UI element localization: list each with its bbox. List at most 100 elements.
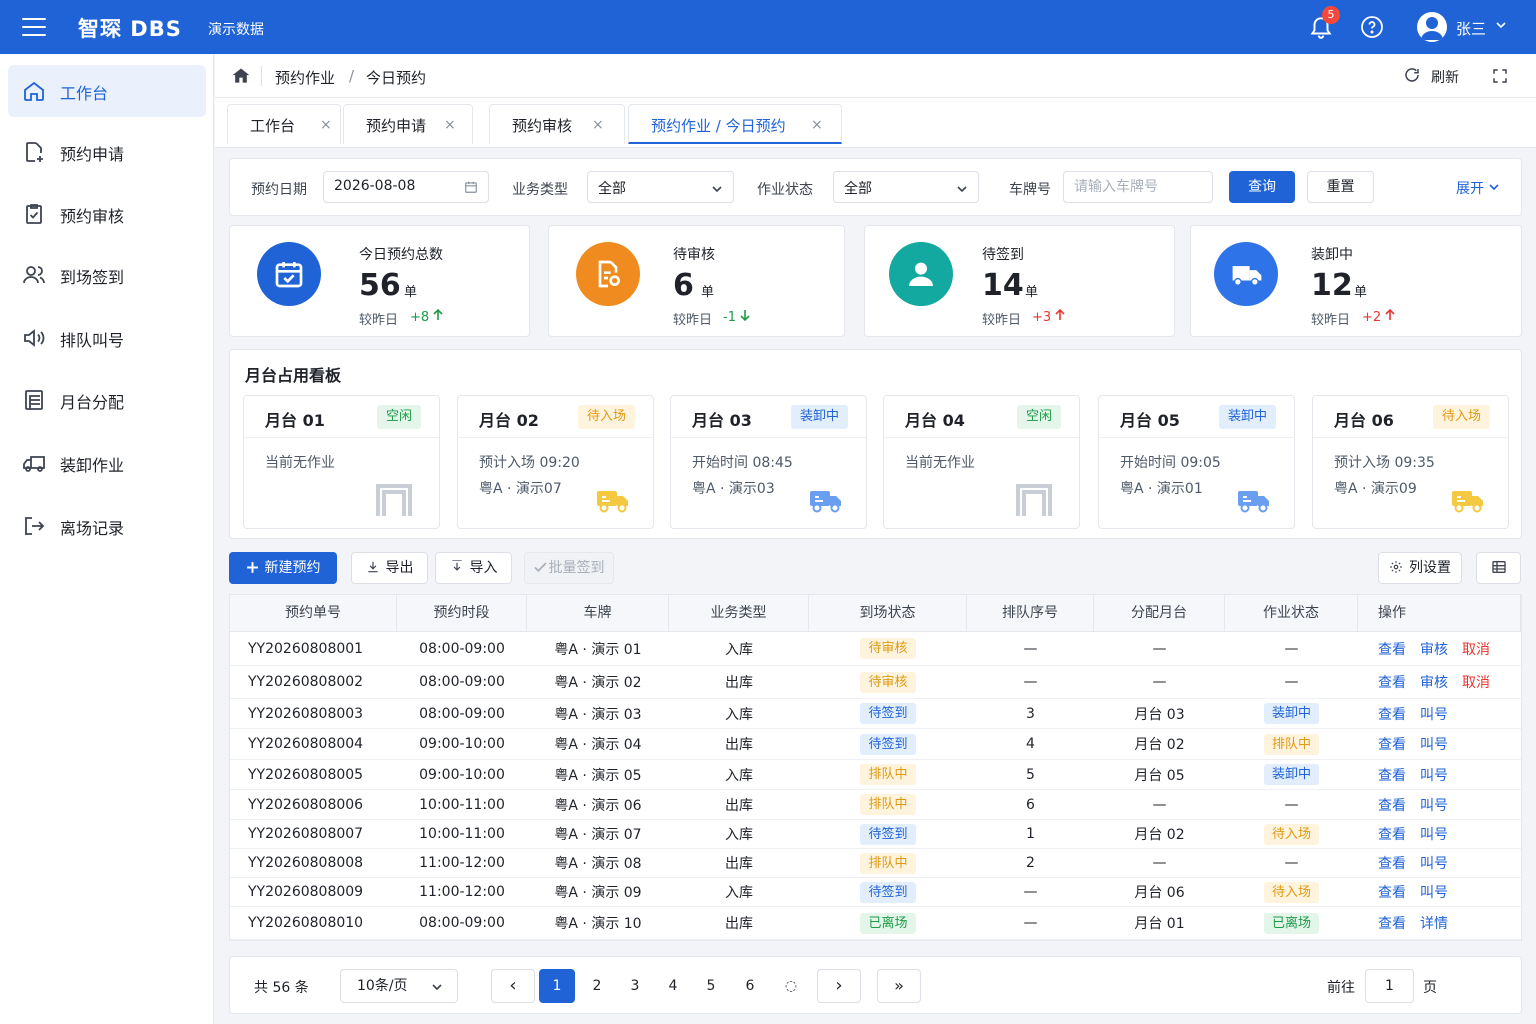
close-icon[interactable]: ×	[444, 117, 456, 133]
close-icon[interactable]: ×	[811, 117, 823, 133]
breadcrumb-item[interactable]: 预约作业	[275, 67, 335, 88]
row-action-link[interactable]: 叫号	[1420, 853, 1448, 873]
stat-card-pending-review: 待审核 6 单 较昨日 -1	[548, 225, 845, 337]
date-picker[interactable]: 2026-08-08	[323, 171, 489, 203]
last-page-button[interactable]: »	[877, 969, 921, 1003]
table-row: YY20260808006 10:00-11:00 粤A · 演示 06 出库 排队中 6…	[230, 790, 1521, 820]
close-icon[interactable]: ×	[592, 117, 604, 133]
batch-checkin-button[interactable]: 批量签到	[524, 552, 614, 584]
status-select[interactable]: 全部	[833, 171, 979, 203]
row-action-link[interactable]: 叫号	[1420, 734, 1448, 754]
column-header: 车牌	[527, 595, 669, 632]
page-number-button[interactable]: 3	[617, 969, 653, 1003]
page-size-select[interactable]: 10条/页	[340, 969, 458, 1003]
next-page-button[interactable]: ›	[817, 969, 861, 1003]
page-number-button[interactable]: 6	[732, 969, 768, 1003]
type-select[interactable]: 全部	[587, 171, 734, 203]
row-action-link[interactable]: 查看	[1378, 824, 1406, 844]
status-badge: 空闲	[1016, 405, 1061, 429]
row-action-link[interactable]: 审核	[1420, 639, 1448, 659]
sidebar-item-loading[interactable]: 装卸作业	[8, 437, 206, 489]
dock-card[interactable]: 月台 05 装卸中 开始时间 09:05 粤A · 演示01	[1098, 395, 1295, 529]
row-action-link[interactable]: 叫号	[1420, 882, 1448, 902]
booking-id: YY20260808007	[248, 826, 364, 842]
row-action-link[interactable]: 叫号	[1420, 824, 1448, 844]
goto-label: 前往	[1327, 980, 1355, 996]
more-pages-icon[interactable]: ◌	[773, 969, 809, 1003]
tab-booking-apply[interactable]: 预约申请 ×	[343, 104, 473, 144]
tab-booking-review[interactable]: 预约审核 ×	[489, 104, 625, 144]
hamburger-icon[interactable]	[22, 17, 46, 37]
tab-today-booking[interactable]: 预约作业 / 今日预约 ×	[628, 104, 842, 144]
sidebar-item-dock-assign[interactable]: 月台分配	[8, 374, 206, 426]
row-action-link[interactable]: 叫号	[1420, 795, 1448, 815]
dock-card[interactable]: 月台 01 空闲 当前无作业	[243, 395, 440, 529]
plate-input[interactable]	[1063, 171, 1213, 203]
row-action-link[interactable]: 查看	[1378, 913, 1406, 933]
row-action-link[interactable]: 查看	[1378, 882, 1406, 902]
page-number-button[interactable]: 4	[655, 969, 691, 1003]
sidebar-item-queue-call[interactable]: 排队叫号	[8, 312, 206, 364]
tabs-bar: 工作台 × 预约申请 × 预约审核 × 预约作业 / 今日预约 ×	[215, 98, 1536, 148]
queue-number: —	[1023, 674, 1038, 690]
dock-card[interactable]: 月台 06 待入场 预计入场 09:35 粤A · 演示09	[1312, 395, 1509, 529]
status-value: 全部	[844, 181, 872, 197]
assigned-dock: 月台 01	[1134, 916, 1185, 932]
upload-icon	[451, 559, 462, 571]
home-icon[interactable]	[231, 66, 251, 86]
arrow-up-icon	[1385, 308, 1395, 320]
tab-workbench[interactable]: 工作台 ×	[227, 104, 341, 144]
row-action-link[interactable]: 查看	[1378, 704, 1406, 724]
dock-info: 预计入场 09:20	[479, 455, 580, 471]
sidebar-item-checkin[interactable]: 到场签到	[8, 249, 206, 301]
table-row: YY20260808002 08:00-09:00 粤A · 演示 02 出库 待审核 —…	[230, 666, 1521, 699]
row-action-link[interactable]: 查看	[1378, 765, 1406, 785]
work-status: —	[1284, 855, 1299, 871]
reset-button[interactable]: 重置	[1307, 171, 1374, 203]
page-number-button[interactable]: 1	[539, 969, 575, 1003]
fullscreen-icon[interactable]	[1491, 67, 1509, 85]
query-button[interactable]: 查询	[1229, 171, 1295, 203]
row-action-link[interactable]: 查看	[1378, 639, 1406, 659]
document-edit-icon	[576, 242, 640, 306]
close-icon[interactable]: ×	[320, 117, 332, 133]
top-bar: 智琛 DBS 演示数据 5 张三	[0, 0, 1536, 54]
row-action-link[interactable]: 审核	[1420, 672, 1448, 692]
business-type: 入库	[725, 827, 753, 843]
expand-button[interactable]: 展开	[1456, 178, 1500, 198]
export-button[interactable]: 导出	[351, 552, 428, 584]
import-button[interactable]: 导入	[435, 552, 512, 584]
row-action-link[interactable]: 查看	[1378, 795, 1406, 815]
sidebar-item-booking-review[interactable]: 预约审核	[8, 188, 206, 240]
check-icon	[533, 562, 547, 572]
dock-card[interactable]: 月台 03 装卸中 开始时间 08:45 粤A · 演示03	[670, 395, 867, 529]
dock-card[interactable]: 月台 04 空闲 当前无作业	[883, 395, 1080, 529]
row-action-link[interactable]: 取消	[1462, 672, 1490, 692]
row-action-link[interactable]: 叫号	[1420, 704, 1448, 724]
goto-page-input[interactable]	[1365, 969, 1414, 1003]
density-button[interactable]	[1476, 552, 1521, 584]
column-settings-button[interactable]: 列设置	[1378, 552, 1462, 584]
chevron-down-icon	[1496, 22, 1506, 29]
page-number-button[interactable]: 5	[693, 969, 729, 1003]
assigned-dock: 月台 02	[1134, 827, 1185, 843]
row-action-link[interactable]: 查看	[1378, 734, 1406, 754]
dock-card[interactable]: 月台 02 待入场 预计入场 09:20 粤A · 演示07	[457, 395, 654, 529]
new-booking-button[interactable]: 新建预约	[229, 552, 337, 584]
row-action-link[interactable]: 取消	[1462, 639, 1490, 659]
question-icon[interactable]	[1360, 15, 1384, 39]
prev-page-button[interactable]: ‹	[491, 969, 535, 1003]
row-action-link[interactable]: 查看	[1378, 853, 1406, 873]
sidebar-item-workbench[interactable]: 工作台	[8, 65, 206, 117]
page-number-button[interactable]: 2	[579, 969, 615, 1003]
row-action-link[interactable]: 叫号	[1420, 765, 1448, 785]
stat-compare-label: 较昨日	[982, 313, 1022, 328]
refresh-button[interactable]: 刷新	[1403, 66, 1459, 86]
row-action-link[interactable]: 详情	[1420, 913, 1448, 933]
sidebar-item-booking-apply[interactable]: 预约申请	[8, 126, 206, 178]
business-type: 入库	[725, 706, 753, 723]
booking-id: YY20260808001	[248, 640, 364, 657]
row-action-link[interactable]: 查看	[1378, 672, 1406, 692]
queue-number: 3	[1026, 705, 1035, 722]
sidebar-item-exit-records[interactable]: 离场记录	[8, 500, 206, 552]
